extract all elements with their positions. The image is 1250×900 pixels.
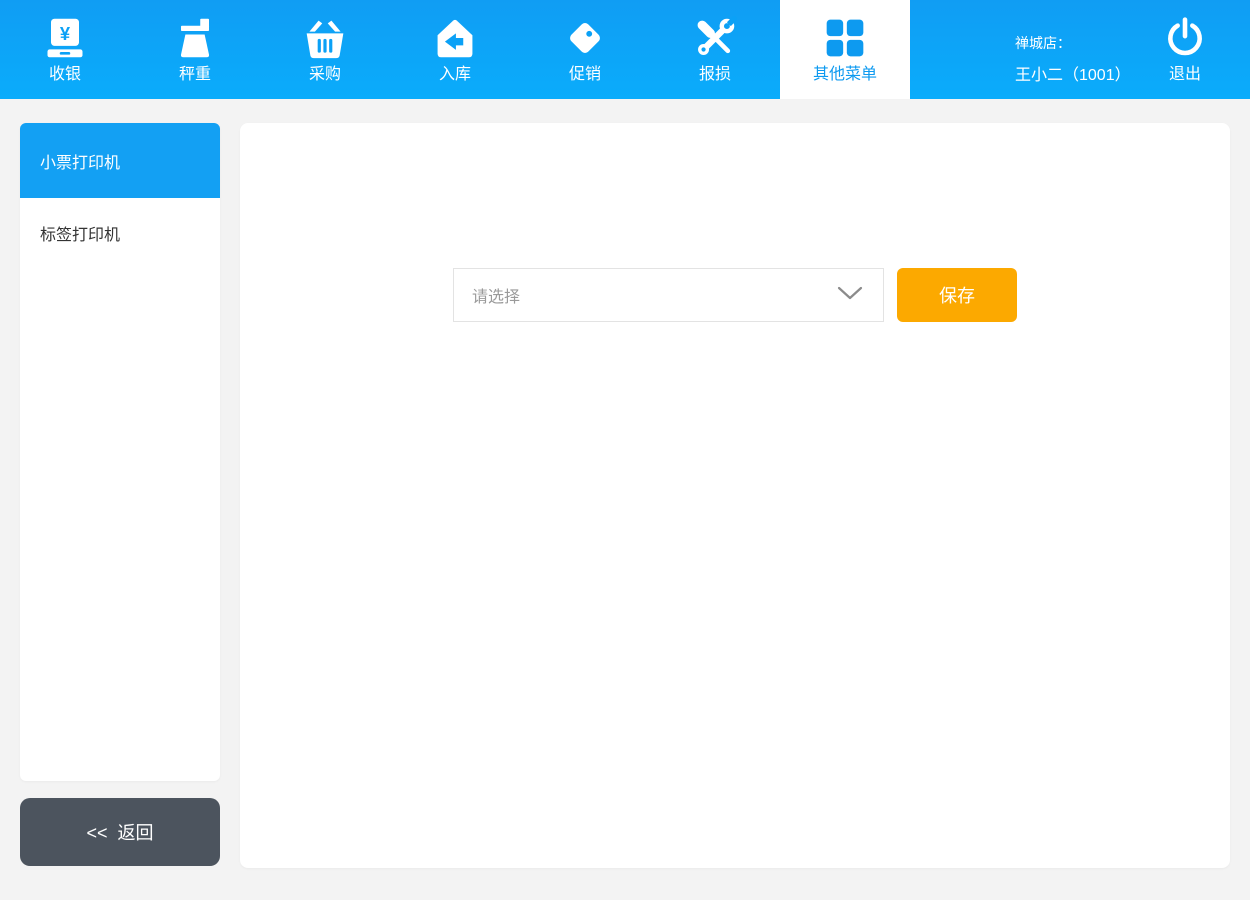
printer-select[interactable]: 请选择: [453, 268, 884, 322]
nav-item-promotion[interactable]: 促销: [520, 0, 650, 99]
store-name: 禅城店：: [1015, 33, 1120, 53]
tag-icon: [563, 16, 607, 60]
logout-label: 退出: [1169, 67, 1201, 83]
power-icon: [1163, 16, 1207, 60]
svg-text:¥: ¥: [60, 23, 71, 44]
nav-item-label: 报损: [699, 67, 731, 83]
printer-form-row: 请选择 保存: [453, 268, 1017, 322]
store-info: 禅城店： 王小二（1001）: [910, 0, 1120, 99]
sidebar: 小票打印机 标签打印机: [20, 123, 220, 781]
content-panel: 请选择 保存: [240, 123, 1230, 868]
scale-icon: [174, 16, 216, 60]
sidebar-item-label: 标签打印机: [40, 221, 120, 245]
nav-item-label: 其他菜单: [813, 67, 877, 83]
nav-item-label: 秤重: [179, 67, 211, 83]
back-button[interactable]: << 返回: [20, 798, 220, 866]
nav-item-label: 促销: [569, 67, 601, 83]
sidebar-item-label-printer[interactable]: 标签打印机: [20, 198, 220, 268]
sidebar-item-receipt-printer[interactable]: 小票打印机: [20, 123, 220, 198]
nav-item-weighing[interactable]: 秤重: [130, 0, 260, 99]
logout-button[interactable]: 退出: [1120, 0, 1250, 99]
nav-item-label: 采购: [309, 67, 341, 83]
chevron-down-icon: [837, 286, 863, 305]
select-placeholder: 请选择: [472, 283, 520, 307]
nav-item-purchase[interactable]: 采购: [260, 0, 390, 99]
store-user: 王小二（1001）: [1015, 61, 1120, 85]
basket-icon: [303, 16, 347, 60]
save-button[interactable]: 保存: [897, 268, 1017, 322]
nav-item-other-menu[interactable]: 其他菜单: [780, 0, 910, 99]
cash-register-icon: ¥: [44, 16, 86, 60]
nav-item-stock-in[interactable]: 入库: [390, 0, 520, 99]
grid-icon: [823, 16, 867, 60]
nav-item-label: 入库: [439, 67, 471, 83]
top-nav-bar: ¥ 收银 秤重 采购: [0, 0, 1250, 99]
nav-item-cashier[interactable]: ¥ 收银: [0, 0, 130, 99]
sidebar-item-label: 小票打印机: [40, 149, 120, 173]
nav-item-label: 收银: [49, 67, 81, 83]
warehouse-in-icon: [433, 16, 477, 60]
tools-icon: [693, 16, 737, 60]
nav-item-loss-report[interactable]: 报损: [650, 0, 780, 99]
